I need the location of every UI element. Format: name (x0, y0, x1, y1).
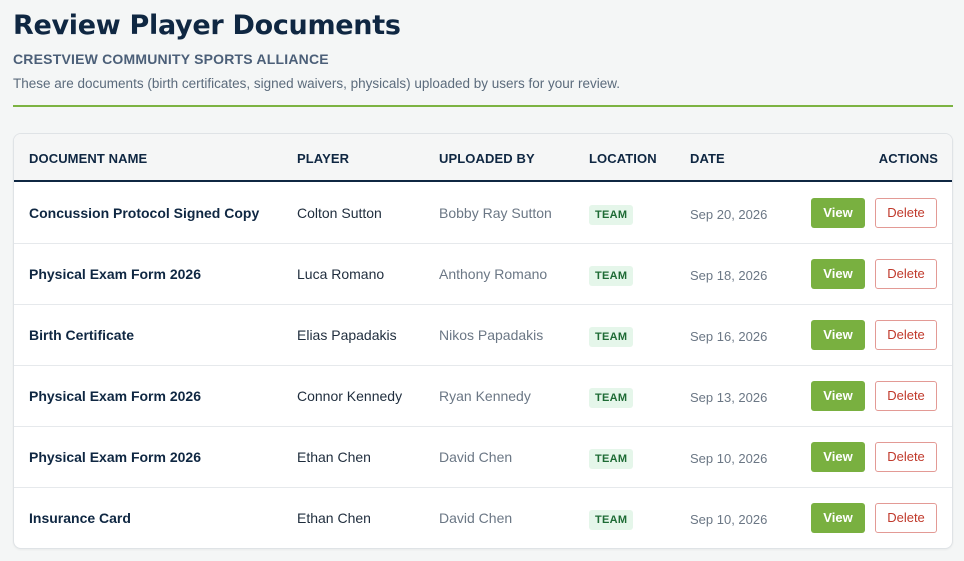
uploaded-by: Bobby Ray Sutton (439, 205, 552, 221)
location-badge: TEAM (589, 510, 634, 530)
header-divider (13, 105, 953, 107)
upload-date: Sep 18, 2026 (690, 268, 768, 283)
table-row: Physical Exam Form 2026 Connor Kennedy R… (14, 366, 952, 427)
table-row: Birth Certificate Elias Papadakis Nikos … (14, 305, 952, 366)
table-row: Concussion Protocol Signed Copy Colton S… (14, 183, 952, 244)
location-badge: TEAM (589, 327, 634, 347)
table-header: DOCUMENT NAME PLAYER UPLOADED BY LOCATIO… (14, 134, 952, 182)
upload-date: Sep 20, 2026 (690, 207, 768, 222)
upload-date: Sep 10, 2026 (690, 451, 768, 466)
header-document-name: DOCUMENT NAME (29, 151, 148, 166)
delete-button[interactable]: Delete (875, 442, 937, 472)
document-name: Concussion Protocol Signed Copy (29, 205, 260, 221)
page-title: Review Player Documents (13, 10, 401, 41)
table-row: Physical Exam Form 2026 Luca Romano Anth… (14, 244, 952, 305)
uploaded-by: David Chen (439, 510, 513, 526)
view-button[interactable]: View (811, 198, 865, 228)
table-row: Insurance Card Ethan Chen David Chen TEA… (14, 488, 952, 548)
document-name: Insurance Card (29, 510, 131, 526)
delete-button[interactable]: Delete (875, 503, 937, 533)
view-button[interactable]: View (811, 503, 865, 533)
delete-button[interactable]: Delete (875, 259, 937, 289)
player-name: Ethan Chen (297, 449, 371, 465)
location-badge: TEAM (589, 449, 634, 469)
uploaded-by: Ryan Kennedy (439, 388, 531, 404)
header-location: LOCATION (589, 151, 657, 166)
location-badge: TEAM (589, 388, 634, 408)
document-name: Birth Certificate (29, 327, 135, 343)
document-name: Physical Exam Form 2026 (29, 266, 201, 282)
view-button[interactable]: View (811, 381, 865, 411)
page-description: These are documents (birth certificates,… (13, 76, 621, 91)
uploaded-by: Nikos Papadakis (439, 327, 544, 343)
uploaded-by: David Chen (439, 449, 513, 465)
upload-date: Sep 10, 2026 (690, 512, 768, 527)
location-badge: TEAM (589, 266, 634, 286)
uploaded-by: Anthony Romano (439, 266, 548, 282)
delete-button[interactable]: Delete (875, 381, 937, 411)
delete-button[interactable]: Delete (875, 320, 937, 350)
document-name: Physical Exam Form 2026 (29, 388, 201, 404)
player-name: Elias Papadakis (297, 327, 397, 343)
header-actions: ACTIONS (878, 151, 938, 166)
delete-button[interactable]: Delete (875, 198, 937, 228)
documents-table: DOCUMENT NAME PLAYER UPLOADED BY LOCATIO… (13, 133, 953, 549)
player-name: Ethan Chen (297, 510, 371, 526)
view-button[interactable]: View (811, 442, 865, 472)
organization-name: CRESTVIEW COMMUNITY SPORTS ALLIANCE (13, 51, 329, 67)
location-badge: TEAM (589, 205, 634, 225)
view-button[interactable]: View (811, 320, 865, 350)
document-name: Physical Exam Form 2026 (29, 449, 201, 465)
page-header: Review Player Documents CRESTVIEW COMMUN… (13, 9, 953, 92)
player-name: Connor Kennedy (297, 388, 403, 404)
table-row: Physical Exam Form 2026 Ethan Chen David… (14, 427, 952, 488)
header-date: DATE (690, 151, 725, 166)
player-name: Luca Romano (297, 266, 385, 282)
view-button[interactable]: View (811, 259, 865, 289)
header-player: PLAYER (297, 151, 350, 166)
upload-date: Sep 13, 2026 (690, 390, 768, 405)
player-name: Colton Sutton (297, 205, 382, 221)
header-uploaded-by: UPLOADED BY (439, 151, 535, 166)
upload-date: Sep 16, 2026 (690, 329, 768, 344)
